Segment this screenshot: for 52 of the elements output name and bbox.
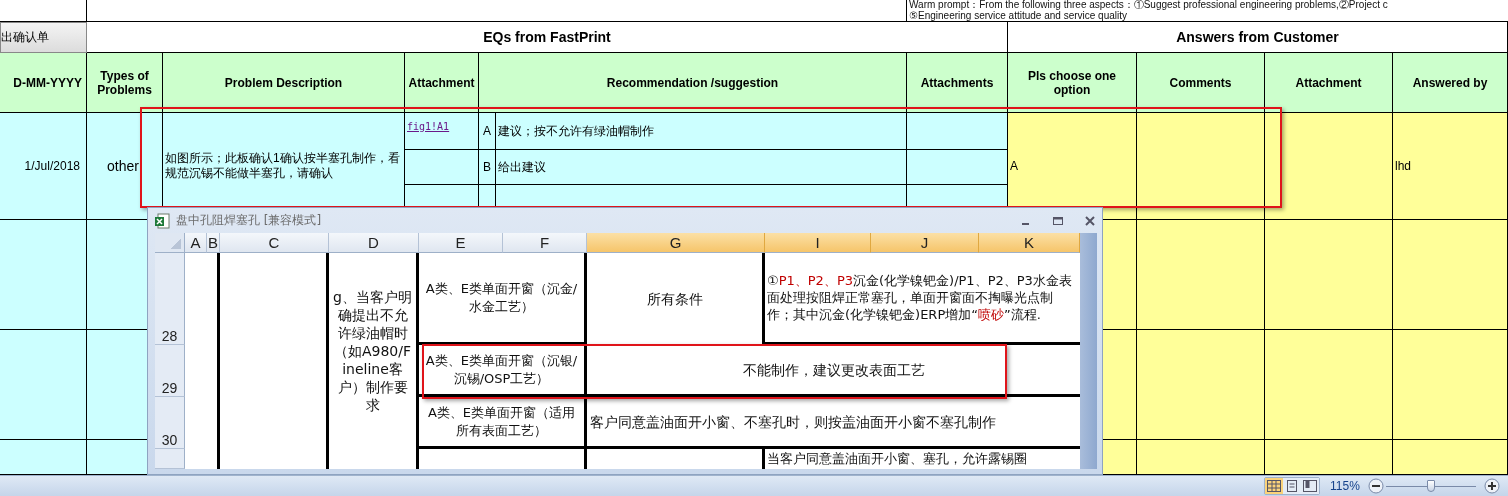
column-header: Answered by	[1393, 53, 1508, 113]
table-cell: 所有条件	[587, 253, 765, 345]
option-letter: A	[479, 113, 496, 149]
column-header[interactable]: I	[765, 233, 871, 253]
column-header[interactable]: C	[220, 233, 329, 253]
column-header: Pls choose one option	[1008, 53, 1137, 113]
column-header[interactable]: D	[329, 233, 419, 253]
option-letter: B	[479, 150, 496, 184]
column-header: Attachment	[1265, 53, 1393, 113]
scrollbar[interactable]	[1080, 233, 1097, 469]
table-cell: A	[1008, 113, 1137, 220]
column-header: Attachments	[907, 53, 1008, 113]
column-header: Recommendation /suggestion	[479, 53, 907, 113]
prompt-text: Warm prompt：From the following three aspects：①Suggest professional engineering problems,②Project c	[909, 0, 1388, 11]
column-header[interactable]: J	[871, 233, 979, 253]
column-header[interactable]: G	[587, 233, 765, 253]
column-header: Comments	[1137, 53, 1265, 113]
row-header[interactable]: 28	[155, 253, 185, 345]
column-header: Problem Description	[163, 53, 405, 113]
table-cell: lhd	[1393, 113, 1508, 220]
column-header[interactable]: B	[207, 233, 220, 253]
zoom-slider[interactable]	[1385, 479, 1476, 493]
table-cell-text: 当客户同意盖油面开小窗、塞孔，允许露锡圈	[766, 450, 1028, 468]
table-cell: 1/Jul/2018	[0, 113, 87, 220]
row-header[interactable]: 29	[155, 345, 185, 397]
column-header[interactable]: A	[185, 233, 207, 253]
table-cell: other	[87, 113, 163, 220]
table-cell: A类、E类单面开窗（适用所有表面工艺）	[419, 397, 587, 449]
view-button[interactable]	[1301, 478, 1319, 494]
column-header: Types of Problems	[87, 53, 163, 113]
prompt-text: ⑤Engineering service attitude and service quality	[909, 10, 1127, 21]
recommendation-text: 给出建议	[497, 158, 546, 176]
column-header[interactable]: F	[503, 233, 587, 253]
zoom-level: 115%	[1330, 479, 1360, 493]
view-button[interactable]	[1283, 478, 1301, 494]
view-button[interactable]	[1265, 478, 1283, 494]
spreadsheet-icon	[154, 212, 170, 229]
attachment-link[interactable]: fig1!A1	[407, 121, 450, 132]
zoom-in-icon[interactable]	[1483, 478, 1500, 494]
column-header[interactable]: E	[419, 233, 503, 253]
maximize-icon[interactable]	[1052, 215, 1064, 226]
recommendation-text: 建议；按不允许有绿油帽制作	[497, 122, 654, 140]
close-icon[interactable]	[1084, 215, 1096, 226]
row-header[interactable]: 30	[155, 397, 185, 449]
table-cell: g、当客户明确提出不允许绿油帽时（如A980/Fineline客户）制作要求	[329, 253, 419, 449]
table-cell: A类、E类单面开窗（沉银/沉锡/OSP工艺）	[419, 345, 587, 397]
zoom-out-icon[interactable]	[1367, 478, 1384, 494]
column-header: Attachment	[405, 53, 479, 113]
confirm-cell[interactable]: 出确认单	[0, 22, 87, 53]
column-header: D-MM-YYYY	[0, 53, 87, 113]
table-cell: A类、E类单面开窗（沉金/水金工艺）	[419, 253, 587, 345]
column-header[interactable]: K	[979, 233, 1080, 253]
